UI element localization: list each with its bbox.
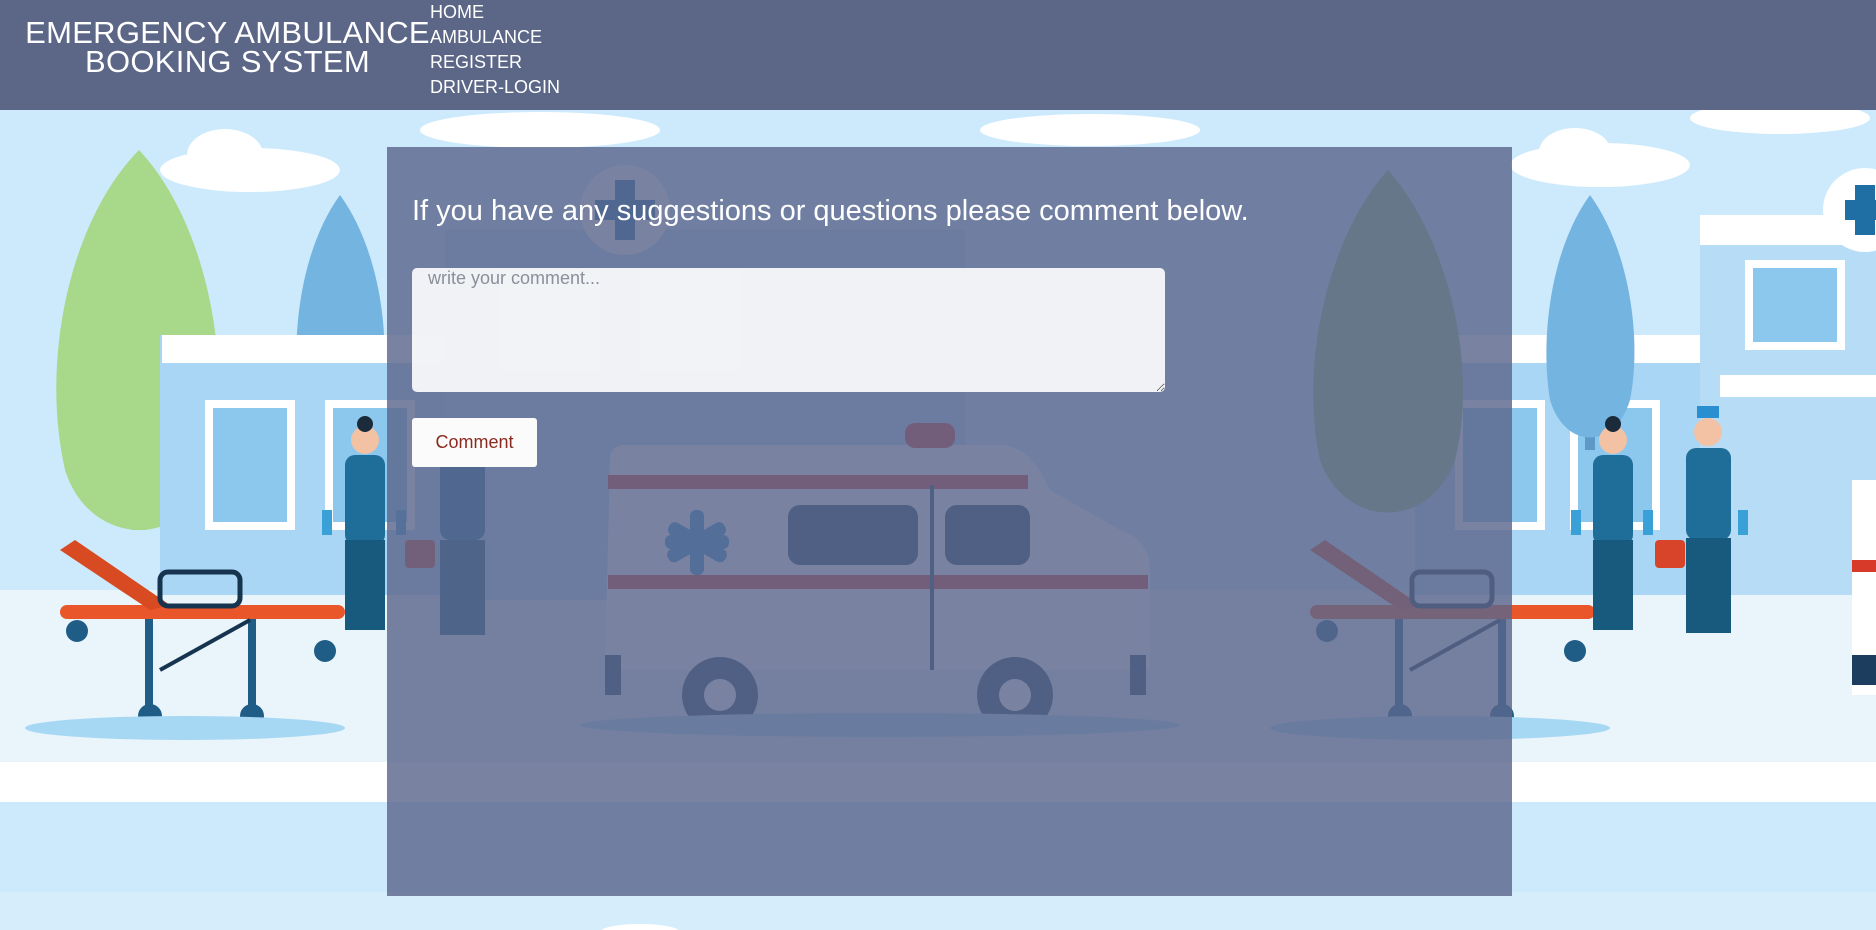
- main-nav: HOME AMBULANCE REGISTER DRIVER-LOGIN: [430, 0, 560, 100]
- site-title-line-2: BOOKING SYSTEM: [85, 44, 370, 79]
- nav-driver-login[interactable]: DRIVER-LOGIN: [430, 75, 560, 100]
- nav-ambulance[interactable]: AMBULANCE: [430, 25, 560, 50]
- nav-register[interactable]: REGISTER: [430, 50, 560, 75]
- comment-prompt: If you have any suggestions or questions…: [412, 195, 1249, 227]
- comment-input[interactable]: [412, 268, 1165, 392]
- nav-home[interactable]: HOME: [430, 0, 560, 25]
- site-header: EMERGENCY AMBULANCE BOOKING SYSTEM HOME …: [0, 0, 1876, 110]
- site-title: EMERGENCY AMBULANCE BOOKING SYSTEM: [25, 15, 430, 79]
- comment-submit-button[interactable]: Comment: [412, 418, 537, 467]
- comment-panel: If you have any suggestions or questions…: [387, 147, 1512, 896]
- site-title-line-1: EMERGENCY AMBULANCE: [25, 15, 430, 50]
